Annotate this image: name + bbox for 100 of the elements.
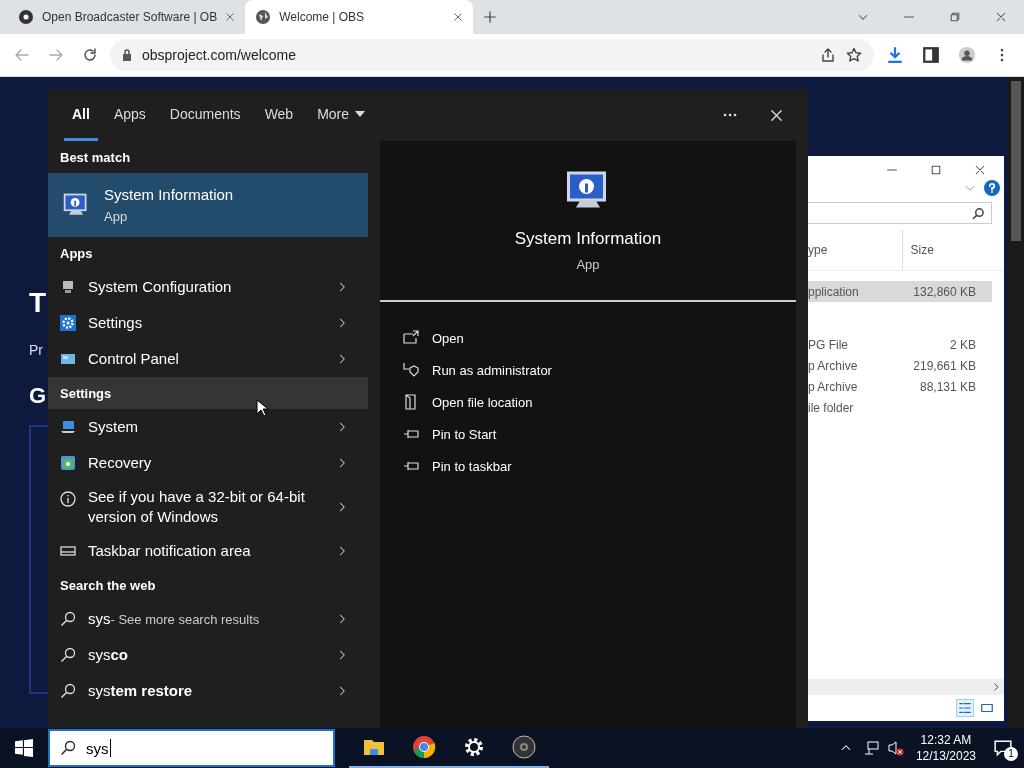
filter-tab[interactable]: Documents: [161, 89, 249, 141]
scrollbar[interactable]: [808, 679, 1004, 695]
filter-tab[interactable]: More: [309, 89, 374, 141]
file-row[interactable]: ile folder: [808, 397, 992, 418]
result-item[interactable]: Settings: [48, 305, 368, 341]
action-label: Open file location: [432, 394, 533, 410]
result-label: Control Panel: [88, 349, 180, 369]
gear-icon: [462, 735, 486, 759]
filter-tab[interactable]: Web: [256, 89, 302, 141]
section-heading: Best match: [59, 148, 132, 167]
recovery-icon: [60, 455, 76, 471]
maximize-icon[interactable]: [930, 164, 942, 176]
url-text: obsproject.com/welcome: [142, 47, 297, 63]
search-icon: [60, 611, 76, 627]
profile-icon[interactable]: [958, 46, 976, 64]
result-item[interactable]: See if you have a 32-bit or 64-bit version of Windows: [48, 481, 368, 533]
download-icon[interactable]: [886, 46, 904, 64]
control-panel-icon: [60, 351, 76, 367]
file-row[interactable]: PG File 2 KB: [808, 334, 992, 355]
windows-logo-icon[interactable]: [15, 739, 33, 757]
speaker-muted-icon[interactable]: [887, 740, 904, 756]
table-cell: ile folder: [808, 400, 854, 415]
action-item[interactable]: Pin to taskbar: [402, 450, 796, 482]
filter-tab[interactable]: Apps: [105, 89, 154, 141]
table-cell: PG File: [808, 337, 848, 352]
sidebar-icon[interactable]: [922, 46, 940, 64]
search-icon: [60, 683, 76, 699]
section-heading: Search the web: [59, 576, 157, 595]
network-icon[interactable]: [863, 740, 880, 756]
column-header[interactable]: ype: [808, 243, 902, 257]
lock-icon: [122, 49, 132, 61]
table-cell: 219,661 KB: [913, 358, 976, 373]
gear-icon: [60, 315, 76, 331]
result-title: System Information: [104, 186, 234, 203]
result-label: sysco: [88, 645, 129, 665]
time-text: 12:32 AM: [920, 733, 972, 747]
info-icon: [60, 491, 76, 507]
message-icon: [994, 739, 1012, 757]
action-item[interactable]: Run as administrator: [402, 354, 796, 386]
caret-icon: [355, 110, 366, 117]
close-icon[interactable]: [769, 107, 784, 123]
result-label: See if you have a 32-bit or 64-bit version of Windows: [88, 487, 306, 527]
app-type: App: [576, 257, 600, 272]
result-item[interactable]: System: [48, 409, 368, 445]
table-cell: 88,131 KB: [919, 379, 976, 394]
notification-button[interactable]: 1: [988, 733, 1018, 763]
help-icon[interactable]: [984, 180, 1000, 196]
table-cell: pplication: [808, 284, 859, 299]
close-icon[interactable]: [974, 164, 986, 176]
search-field[interactable]: [808, 202, 992, 224]
result-item[interactable]: Control Panel: [48, 341, 368, 377]
details-view-icon[interactable]: [956, 699, 974, 717]
laptop-icon: [60, 419, 76, 435]
browser-tab[interactable]: Open Broadcaster Software | OB: [8, 0, 246, 34]
app-title: System Information: [514, 229, 662, 249]
clock[interactable]: 12:32 AM 12/13/2023: [915, 733, 976, 763]
result-item[interactable]: system restore: [48, 673, 368, 709]
action-item[interactable]: Pin to Start: [402, 418, 796, 450]
action-item[interactable]: Open: [402, 322, 796, 354]
page-text: Pr: [29, 343, 43, 357]
plus-icon[interactable]: [483, 10, 498, 24]
computer-icon: [60, 279, 76, 295]
result-item[interactable]: Taskbar notification area: [48, 533, 368, 569]
address-bar[interactable]: obsproject.com/welcome: [110, 39, 874, 71]
result-label: Recovery: [88, 453, 153, 473]
table-cell: 132,860 KB: [913, 284, 976, 299]
result-label: system restore: [88, 681, 194, 701]
open-window-icon: [402, 330, 420, 346]
result-item[interactable]: sys- See more search results: [48, 601, 368, 637]
file-row[interactable]: pplication 132,860 KB: [808, 281, 992, 302]
section-heading: Apps: [59, 244, 94, 263]
result-item[interactable]: Recovery: [48, 445, 368, 481]
share-icon[interactable]: [820, 47, 836, 63]
column-header[interactable]: Size: [901, 230, 1004, 270]
result-item[interactable]: sysco: [48, 637, 368, 673]
star-icon[interactable]: [846, 47, 862, 63]
best-match-item[interactable]: System Information App: [48, 173, 368, 237]
section-heading: Settings: [48, 377, 368, 409]
action-label: Run as administrator: [432, 362, 552, 378]
chevron-right-icon[interactable]: [991, 682, 1001, 692]
search-icon: [972, 206, 985, 220]
camera-lens-icon: [512, 735, 536, 759]
scrollbar[interactable]: [1008, 77, 1024, 728]
page-text: G: [29, 385, 47, 407]
search-icon: [60, 647, 76, 663]
filter-tab[interactable]: All: [64, 89, 98, 141]
table-cell: p Archive: [808, 358, 858, 373]
result-item[interactable]: System Configuration: [48, 269, 368, 305]
result-label: System: [88, 417, 139, 437]
search-field[interactable]: sys: [48, 729, 335, 767]
action-item[interactable]: Open file location: [402, 386, 796, 418]
file-row[interactable]: p Archive 219,661 KB: [808, 355, 992, 376]
result-type: App: [104, 209, 129, 224]
search-query: sys: [86, 739, 109, 757]
browser-tab[interactable]: Welcome | OBS: [245, 0, 474, 34]
action-label: Open: [432, 330, 464, 346]
file-row[interactable]: p Archive 88,131 KB: [808, 376, 992, 397]
close-icon[interactable]: [453, 12, 464, 22]
date-text: 12/13/2023: [915, 749, 976, 763]
camera-lens-icon: [18, 9, 34, 25]
